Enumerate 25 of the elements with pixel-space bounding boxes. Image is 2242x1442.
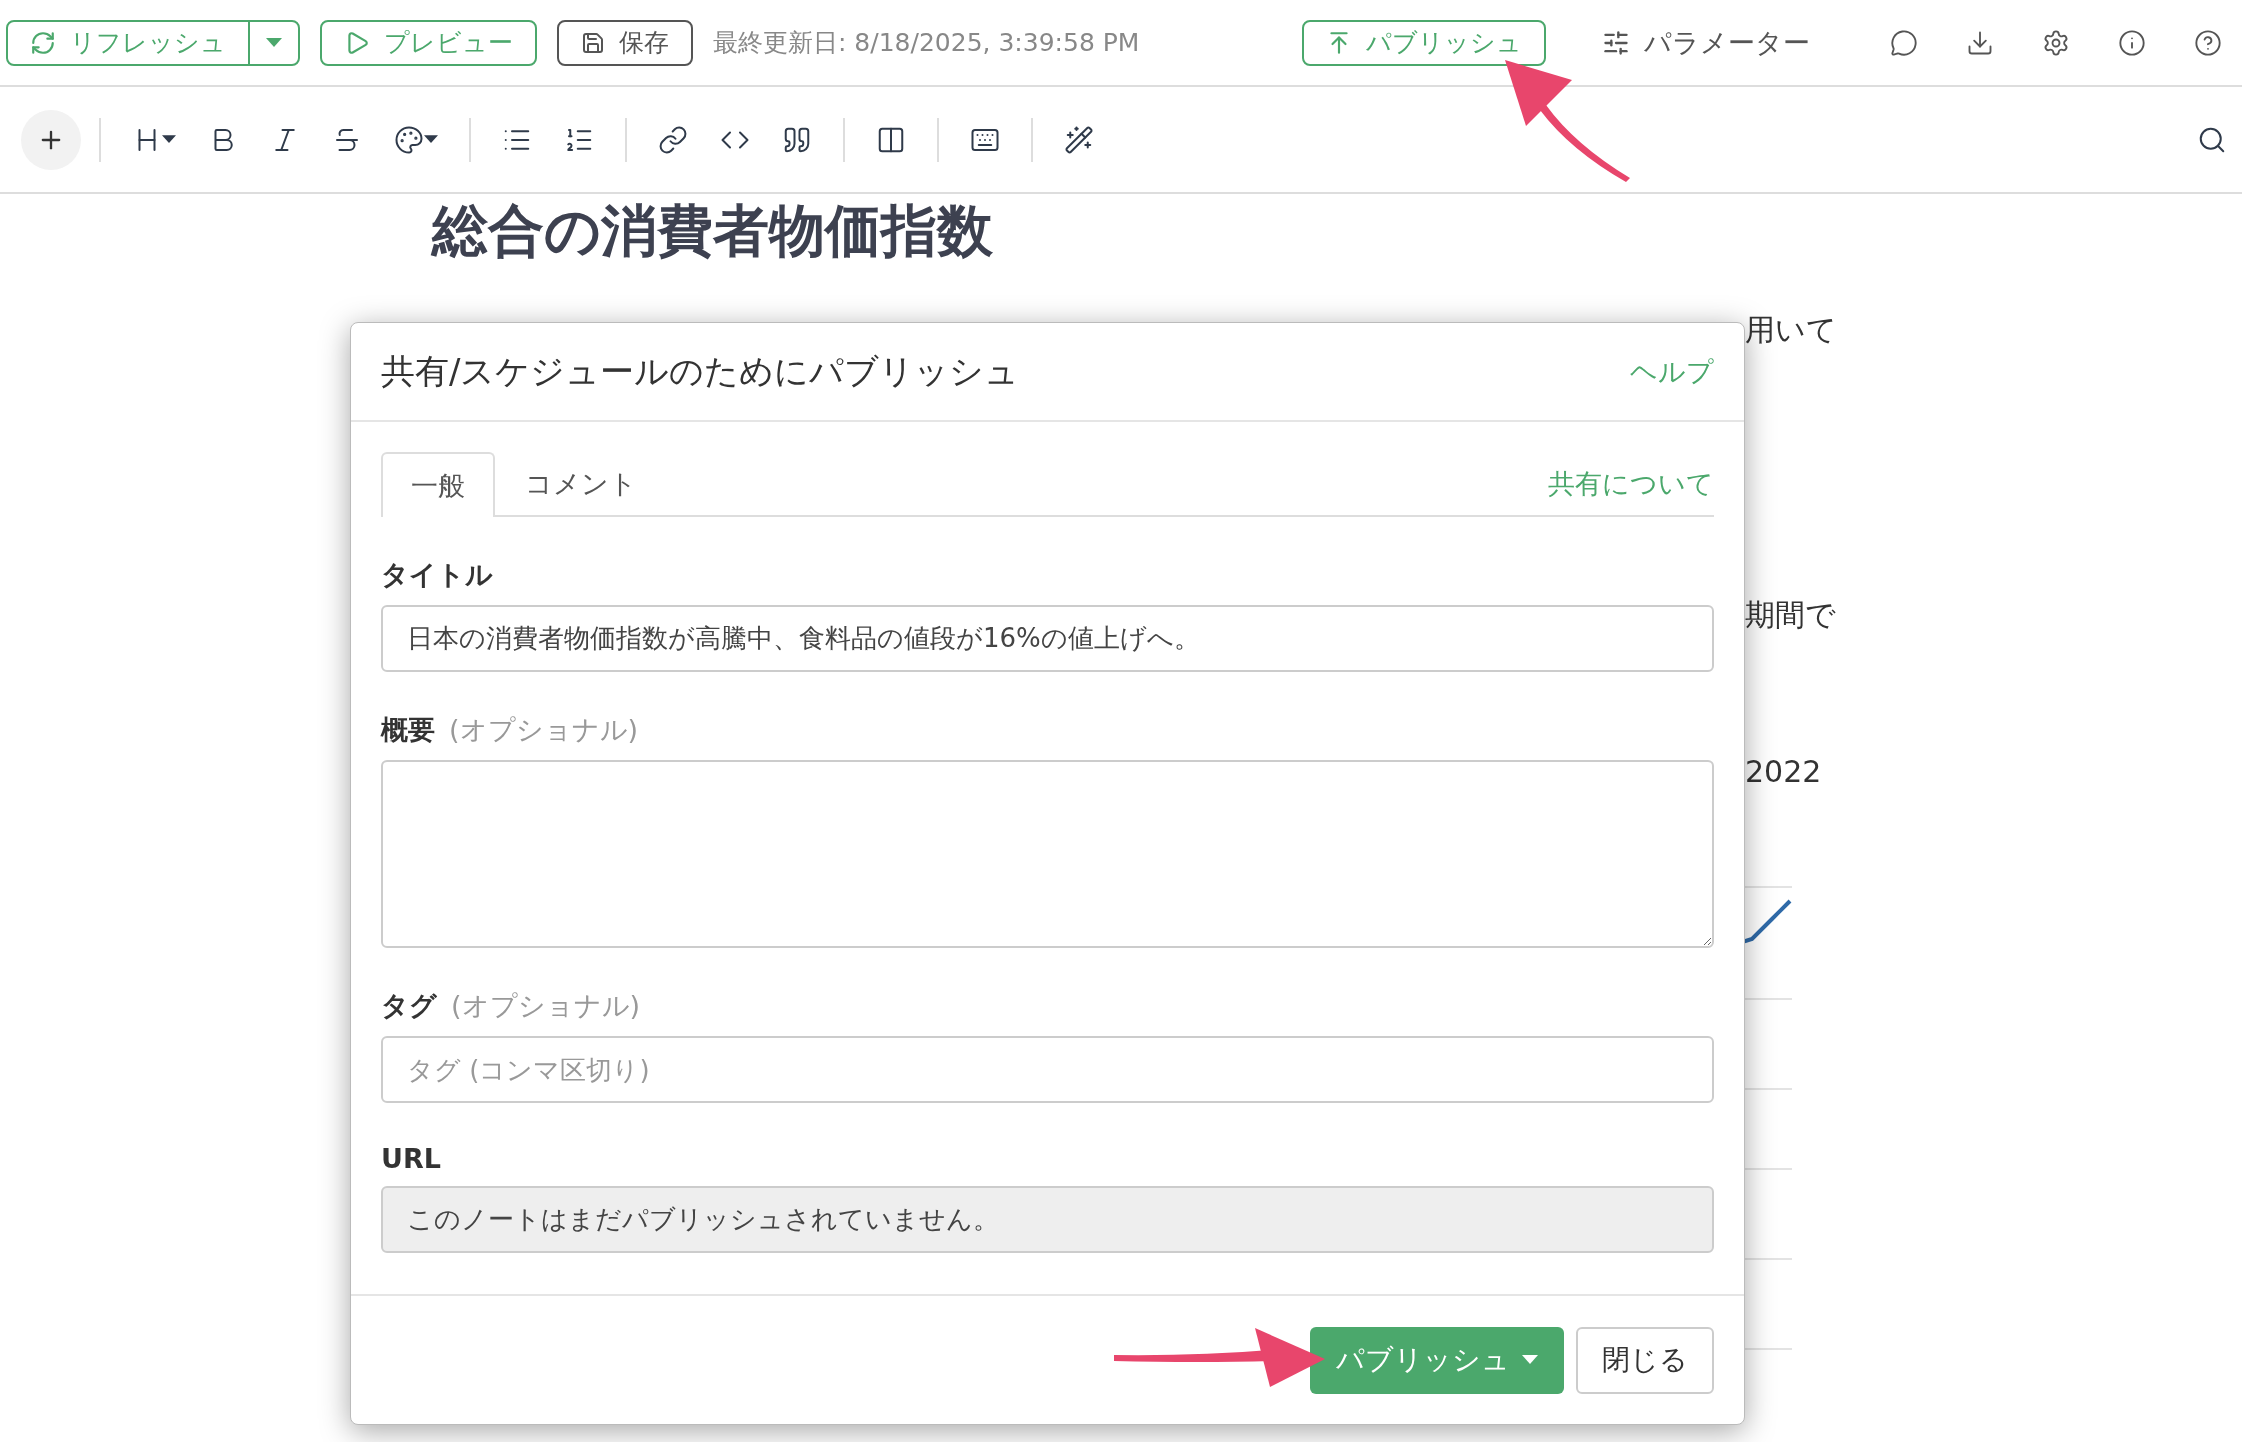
input-field[interactable]: 日本の消費者物価指数が高騰中、食料品の値段が16%の値上げへ。 [381, 605, 1714, 672]
save-icon [581, 30, 605, 55]
optional-hint: (オプショナル) [451, 989, 641, 1023]
summary-field[interactable] [381, 760, 1714, 948]
field-label: URL [381, 1143, 441, 1174]
paragraph-text: 用いて [1745, 311, 1838, 349]
url-field[interactable]: このノートはまだパブリッシュされていません。 [381, 1186, 1714, 1253]
parameters-button[interactable]: パラメーター [1596, 23, 1816, 62]
input-field[interactable]: タグ (コンマ区切り) [381, 1036, 1714, 1103]
close-button[interactable]: 閉じる [1576, 1326, 1714, 1394]
caret-icon [1522, 1355, 1538, 1365]
sliders-icon [1602, 28, 1630, 57]
refresh-icon [30, 29, 56, 56]
field-label: タグ [381, 989, 437, 1023]
dialog-tab[interactable]: 一般 [381, 452, 495, 517]
caret-icon [266, 37, 282, 48]
save-button[interactable]: 保存 [557, 19, 693, 66]
document-heading: 総合の消費者物価指数 [432, 197, 994, 265]
paragraph-text: 2022 [1745, 754, 1823, 789]
field-label: タイトル [381, 558, 493, 592]
optional-hint: (オプショナル) [449, 713, 639, 747]
dialog-title: 共有/スケジュールのためにパブリッシュ [381, 349, 1020, 393]
field-label: 概要 [381, 713, 435, 747]
last-updated-text: 最終更新日: 8/18/2025, 3:39:58 PM [713, 27, 1140, 59]
paragraph-text: 期間で [1745, 596, 1837, 634]
